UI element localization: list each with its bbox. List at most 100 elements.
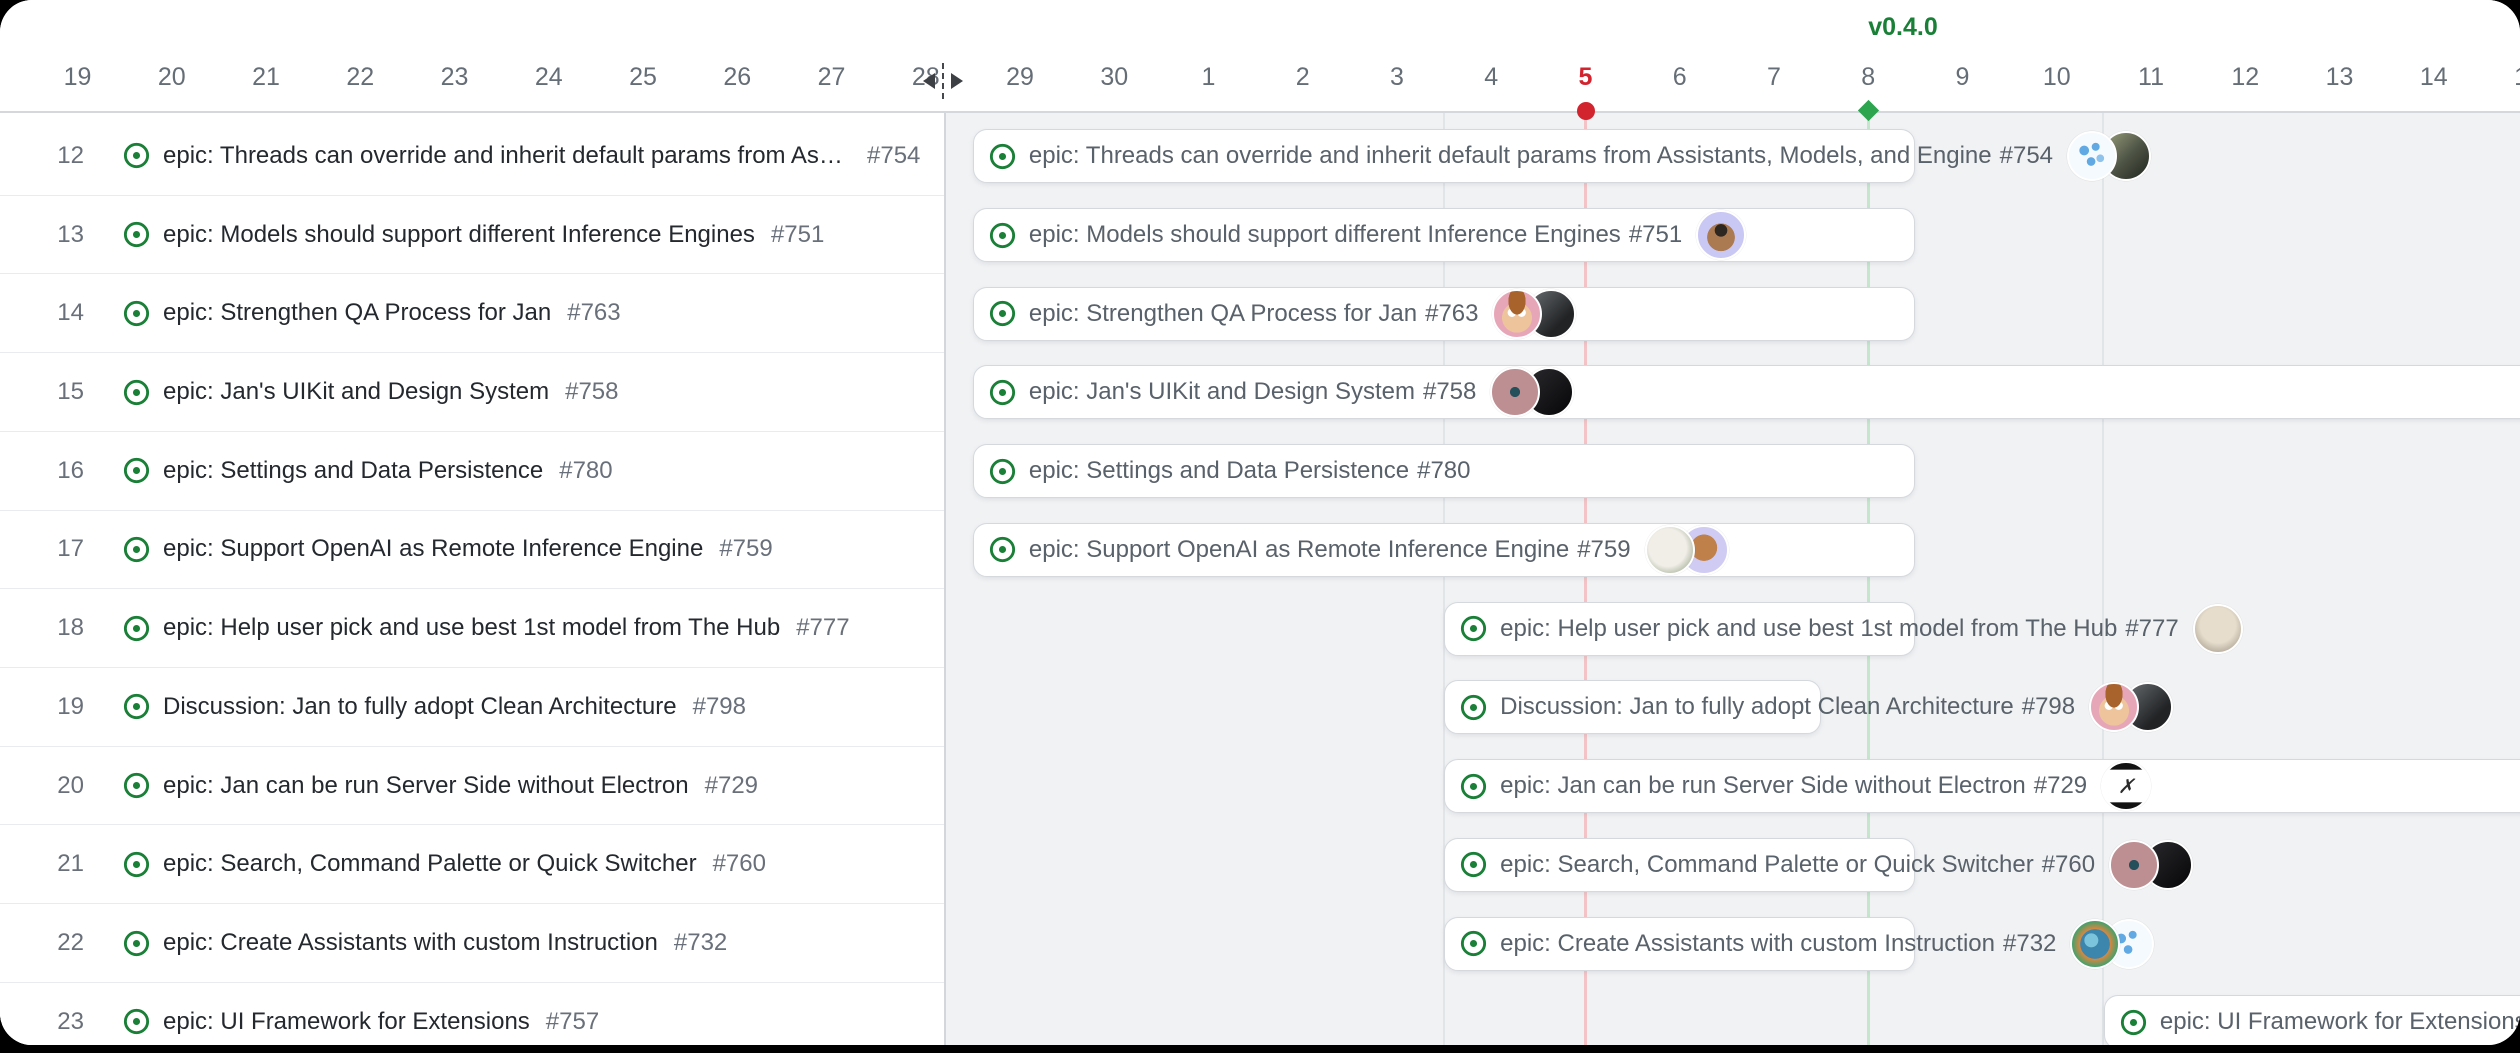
item-title[interactable]: epic: UI Framework for Extensions — [163, 1008, 530, 1036]
item-title[interactable]: epic: Help user pick and use best 1st mo… — [163, 614, 780, 642]
date-label-22[interactable]: 22 — [346, 63, 374, 92]
item-issue-number: #760 — [713, 850, 766, 878]
date-label-3[interactable]: 3 — [1390, 63, 1404, 92]
date-label-8[interactable]: 8 — [1861, 63, 1875, 92]
date-label-4[interactable]: 4 — [1484, 63, 1498, 92]
date-label-21[interactable]: 21 — [252, 63, 280, 92]
table-row-17[interactable]: 17epic: Support OpenAI as Remote Inferen… — [0, 511, 944, 590]
date-label-5[interactable]: 5 — [1579, 63, 1593, 92]
timeline-header[interactable]: 1920212223242526272829301234567891011121… — [0, 0, 2520, 113]
item-title[interactable]: epic: Models should support different In… — [163, 221, 755, 249]
roadmap-bar-763[interactable]: epic: Strengthen QA Process for Jan#763 — [973, 287, 1916, 341]
open-issue-icon — [1460, 930, 1487, 957]
item-title[interactable]: epic: Settings and Data Persistence — [163, 457, 543, 485]
roadmap-bar-798[interactable]: Discussion: Jan to fully adopt Clean Arc… — [1444, 680, 1821, 734]
table-row-20[interactable]: 20 epic: Jan can be run Server Side witho… — [0, 747, 944, 826]
assignee-avatars — [1645, 525, 1729, 575]
date-label-27[interactable]: 27 — [818, 63, 846, 92]
roadmap-bar-758[interactable]: epic: Jan's UIKit and Design System #758 — [973, 365, 2520, 419]
item-title[interactable]: epic: Jan's UIKit and Design System — [163, 378, 549, 406]
table-row-15[interactable]: 15epic: Jan's UIKit and Design System#75… — [0, 353, 944, 432]
date-label-6[interactable]: 6 — [1673, 63, 1687, 92]
item-title[interactable]: epic: Jan can be run Server Side without… — [163, 772, 689, 800]
bar-issue-number: #758 — [1423, 378, 1476, 406]
table-row-21[interactable]: 21epic: Search, Command Palette or Quick… — [0, 825, 944, 904]
roadmap-bar-729[interactable]: epic: Jan can be run Server Side without… — [1444, 759, 2520, 813]
column-resize-cursor-icon[interactable] — [921, 63, 965, 99]
item-issue-number: #777 — [796, 614, 849, 642]
row-number: 22 — [0, 929, 84, 957]
item-title[interactable]: Discussion: Jan to fully adopt Clean Arc… — [163, 693, 677, 721]
roadmap-bar-751[interactable]: epic: Models should support different In… — [973, 208, 1916, 262]
white-cat-avatar[interactable] — [1645, 525, 1695, 575]
date-label-11[interactable]: 11 — [2138, 63, 2164, 92]
bar-issue-number: #777 — [2125, 615, 2178, 643]
table-row-12[interactable]: 12 epic: Threads can override and inherit… — [0, 117, 944, 196]
roadmap-bar-760[interactable]: epic: Search, Command Palette or Quick S… — [1444, 838, 1915, 892]
date-label-1[interactable]: 1 — [1202, 63, 1216, 92]
assignee-avatars — [2089, 682, 2173, 732]
table-row-19[interactable]: 19Discussion: Jan to fully adopt Clean A… — [0, 668, 944, 747]
open-issue-icon — [2120, 1009, 2147, 1036]
roadmap-bar-754[interactable]: epic: Threads can override and inherit d… — [973, 129, 1916, 183]
date-label-20[interactable]: 20 — [158, 63, 186, 92]
open-issue-icon — [1460, 851, 1487, 878]
table-row-13[interactable]: 13 epic: Models should support different … — [0, 196, 944, 275]
table-row-16[interactable]: 16epic: Settings and Data Persistence#78… — [0, 432, 944, 511]
item-issue-number: #763 — [567, 299, 620, 327]
item-title[interactable]: epic: Threads can override and inherit d… — [163, 142, 851, 170]
table-row-22[interactable]: 22 epic: Create Assistants with custom In… — [0, 904, 944, 983]
row-number: 13 — [0, 221, 84, 249]
roadmap-bar-757[interactable]: epic: UI Framework for Extensions#757 — [2104, 995, 2520, 1045]
date-label-24[interactable]: 24 — [535, 63, 563, 92]
item-issue-number: #798 — [693, 693, 746, 721]
cat-art-avatar[interactable] — [2070, 919, 2120, 969]
roadmap-bar-780[interactable]: epic: Settings and Data Persistence#780 — [973, 444, 1916, 498]
date-label-19[interactable]: 19 — [64, 63, 92, 92]
signature-logo-avatar[interactable]: ✗ — [2101, 761, 2151, 811]
avatar-glyph: ✗ — [2118, 774, 2135, 799]
open-issue-icon — [989, 143, 1016, 170]
jan-logo-avatar[interactable] — [2067, 131, 2117, 181]
pale-animal-avatar[interactable] — [2193, 604, 2243, 654]
roadmap-bar-759[interactable]: epic: Support OpenAI as Remote Inference… — [973, 523, 1916, 577]
date-label-15[interactable]: 15 — [2514, 63, 2520, 92]
table-row-14[interactable]: 14epic: Strengthen QA Process for Jan#76… — [0, 274, 944, 353]
date-label-2[interactable]: 2 — [1296, 63, 1310, 92]
user-illustration-avatar[interactable] — [1696, 210, 1746, 260]
open-issue-icon — [1460, 694, 1487, 721]
item-title[interactable]: epic: Create Assistants with custom Inst… — [163, 929, 658, 957]
bar-title: epic: Jan's UIKit and Design System — [1029, 378, 1415, 406]
date-label-7[interactable]: 7 — [1767, 63, 1781, 92]
date-label-12[interactable]: 12 — [2231, 63, 2259, 92]
item-title[interactable]: epic: Support OpenAI as Remote Inference… — [163, 535, 703, 563]
date-label-30[interactable]: 30 — [1100, 63, 1128, 92]
table-row-23[interactable]: 23epic: UI Framework for Extensions#757 — [0, 983, 944, 1045]
roadmap-bar-732[interactable]: epic: Create Assistants with custom Inst… — [1444, 917, 1915, 971]
date-label-9[interactable]: 9 — [1956, 63, 1970, 92]
date-label-23[interactable]: 23 — [441, 63, 469, 92]
item-title[interactable]: epic: Strengthen QA Process for Jan — [163, 299, 551, 327]
item-issue-number: #732 — [674, 929, 727, 957]
morty-cartoon-avatar[interactable] — [1492, 289, 1542, 339]
item-title[interactable]: epic: Search, Command Palette or Quick S… — [163, 850, 697, 878]
resize-left-arrow-icon — [923, 73, 935, 89]
roadmap-bar-777[interactable]: epic: Help user pick and use best 1st mo… — [1444, 602, 1915, 656]
date-label-10[interactable]: 10 — [2043, 63, 2071, 92]
date-label-29[interactable]: 29 — [1006, 63, 1034, 92]
open-issue-icon — [123, 851, 150, 878]
assignee-avatars: ✗ — [2101, 761, 2151, 811]
row-number: 20 — [0, 772, 84, 800]
item-issue-number: #759 — [719, 535, 772, 563]
row-number: 23 — [0, 1008, 84, 1036]
eye-logo-avatar[interactable] — [2109, 840, 2159, 890]
date-label-14[interactable]: 14 — [2420, 63, 2448, 92]
row-number: 12 — [0, 142, 84, 170]
date-label-13[interactable]: 13 — [2326, 63, 2354, 92]
date-label-25[interactable]: 25 — [629, 63, 657, 92]
table-row-18[interactable]: 18epic: Help user pick and use best 1st … — [0, 589, 944, 668]
bar-title: epic: Jan can be run Server Side without… — [1500, 772, 2026, 800]
date-label-26[interactable]: 26 — [723, 63, 751, 92]
bar-issue-number: #763 — [1425, 300, 1478, 328]
open-issue-icon — [123, 772, 150, 799]
